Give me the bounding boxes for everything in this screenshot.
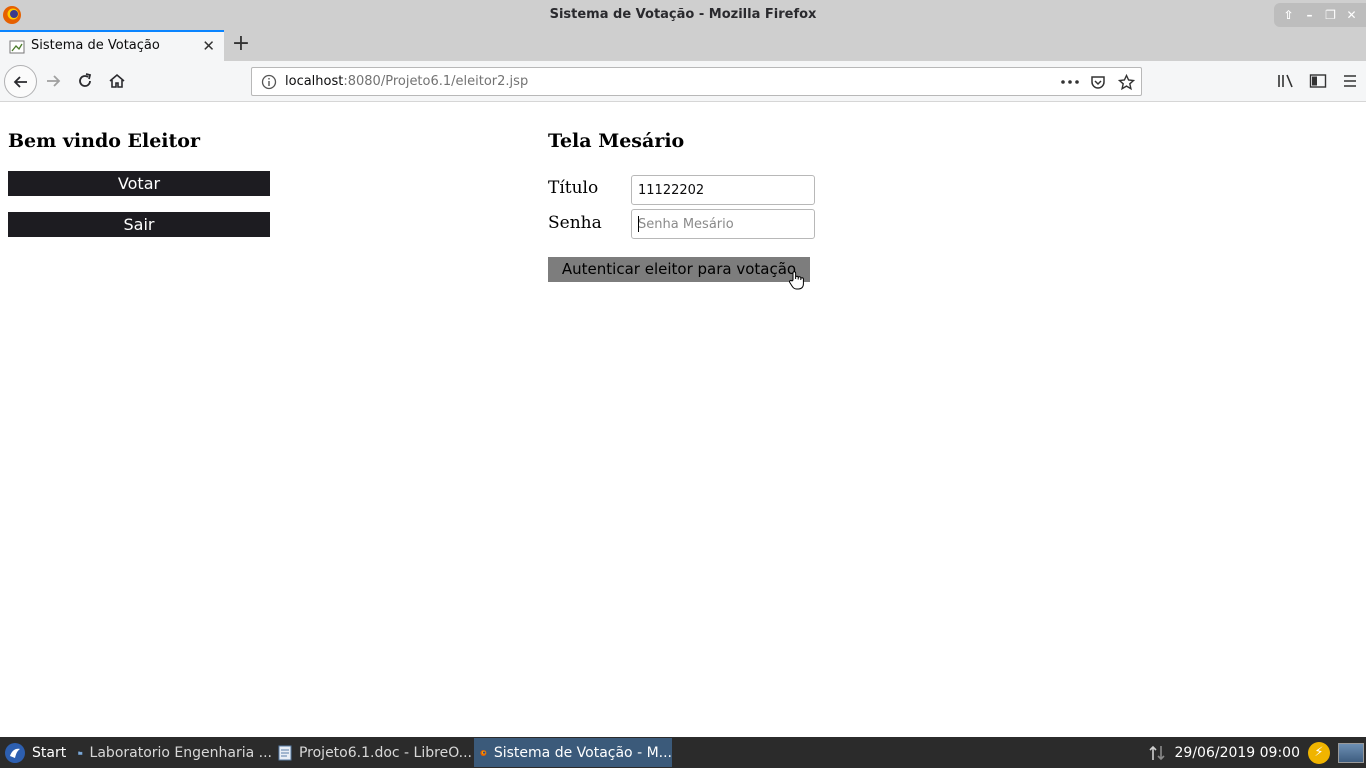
tab-strip: Sistema de Votação ✕ + <box>0 30 1366 61</box>
taskbar-item-firefox[interactable]: Sistema de Votação - M... <box>474 738 672 767</box>
firefox-icon <box>480 749 487 756</box>
home-icon <box>109 73 125 88</box>
network-icon[interactable] <box>1147 744 1167 762</box>
start-button[interactable]: Start <box>0 737 66 768</box>
url-path: :8080/Projeto6.1/eleitor2.jsp <box>343 74 529 89</box>
window-maximize-icon[interactable]: ❐ <box>1323 7 1339 23</box>
taskbar: Start Laboratorio Engenharia ... Projeto… <box>0 737 1366 768</box>
window-controls: ⇧ – ❐ ✕ <box>1274 3 1366 27</box>
bookmark-star-icon[interactable] <box>1115 71 1137 93</box>
new-tab-icon[interactable]: + <box>230 33 252 55</box>
back-arrow-icon <box>13 75 27 88</box>
show-desktop-icon[interactable] <box>1338 742 1364 763</box>
back-button[interactable] <box>4 65 37 98</box>
taskbar-item-label: Sistema de Votação - M... <box>493 744 672 761</box>
votar-button[interactable]: Votar <box>8 171 270 196</box>
system-tray: 29/06/2019 09:00 ⚡ <box>1147 737 1366 768</box>
url-bar[interactable]: localhost:8080/Projeto6.1/eleitor2.jsp <box>251 67 1142 96</box>
mesario-heading: Tela Mesário <box>548 130 685 152</box>
taskbar-item-document[interactable]: Projeto6.1.doc - LibreO... <box>272 738 472 767</box>
window-titlebar: Sistema de Votação - Mozilla Firefox ⇧ –… <box>0 0 1366 30</box>
forward-arrow-icon <box>47 75 61 87</box>
power-icon[interactable]: ⚡ <box>1308 741 1330 764</box>
autenticar-eleitor-button[interactable]: Autenticar eleitor para votação <box>548 257 810 282</box>
navigation-toolbar: localhost:8080/Projeto6.1/eleitor2.jsp <box>0 61 1366 102</box>
window-up-icon[interactable]: ⇧ <box>1281 7 1297 23</box>
url-actions <box>1059 71 1137 93</box>
tab-sistema-votacao[interactable]: Sistema de Votação ✕ <box>0 30 224 61</box>
url-host: localhost <box>285 74 344 89</box>
reload-icon <box>79 73 92 87</box>
reload-button[interactable] <box>70 66 100 96</box>
url-text[interactable]: localhost:8080/Projeto6.1/eleitor2.jsp <box>285 74 528 89</box>
toolbar-right <box>1274 68 1362 94</box>
window-minimize-icon[interactable]: – <box>1302 7 1318 23</box>
folder-icon <box>78 750 83 755</box>
titulo-input[interactable] <box>631 175 815 205</box>
titulo-label: Título <box>548 178 599 198</box>
clock[interactable]: 29/06/2019 09:00 <box>1175 745 1301 761</box>
page-content: Bem vindo Eleitor Votar Sair Tela Mesári… <box>0 103 1366 736</box>
hamburger-menu-icon[interactable] <box>1338 68 1362 94</box>
library-icon[interactable] <box>1274 68 1298 94</box>
window-close-icon[interactable]: ✕ <box>1344 7 1360 23</box>
taskbar-item-label: Projeto6.1.doc - LibreO... <box>298 744 472 761</box>
hand-cursor-icon <box>789 271 804 290</box>
page-favicon-icon <box>9 40 25 54</box>
text-caret <box>638 216 639 232</box>
page-actions-icon[interactable] <box>1059 71 1081 93</box>
pocket-icon[interactable] <box>1087 71 1109 93</box>
start-label: Start <box>32 744 67 761</box>
site-info-icon[interactable] <box>261 74 277 90</box>
window-title: Sistema de Votação - Mozilla Firefox <box>549 7 817 22</box>
tab-close-icon[interactable]: ✕ <box>202 37 215 55</box>
document-icon <box>278 745 292 760</box>
sair-button[interactable]: Sair <box>8 212 270 237</box>
eleitor-heading: Bem vindo Eleitor <box>8 130 200 152</box>
sidebar-icon[interactable] <box>1306 68 1330 94</box>
taskbar-item-folder[interactable]: Laboratorio Engenharia ... <box>72 738 272 767</box>
start-menu-icon <box>5 742 25 763</box>
home-button[interactable] <box>102 66 132 96</box>
senha-label: Senha <box>548 213 602 233</box>
forward-button[interactable] <box>38 66 68 96</box>
senha-input[interactable] <box>631 209 815 239</box>
taskbar-item-label: Laboratorio Engenharia ... <box>89 744 272 761</box>
tab-title: Sistema de Votação <box>31 38 160 53</box>
